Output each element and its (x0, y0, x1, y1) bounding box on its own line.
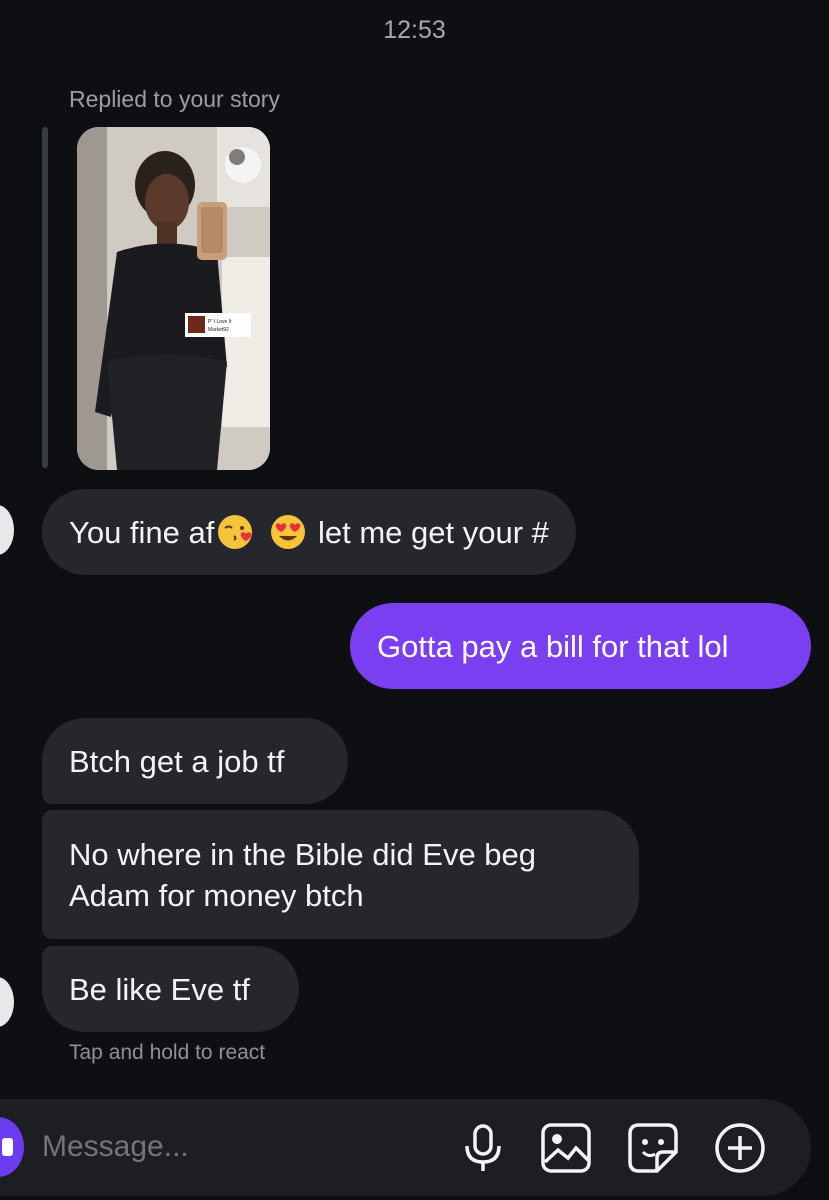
message-bubble-incoming[interactable]: Be like Eve tf (42, 946, 299, 1032)
story-reply-label: Replied to your story (69, 86, 280, 112)
sticker-text-1: P' I Love It (208, 319, 232, 325)
gallery-icon[interactable] (538, 1120, 594, 1176)
react-hint: Tap and hold to react (69, 1041, 266, 1064)
message-text: let me get your # (309, 514, 549, 550)
chat-screen: 12:53 Replied to your story P' I Love It… (0, 0, 829, 1200)
message-text-line: No where in the Bible did Eve beg (69, 836, 537, 872)
message-text: Gotta pay a bill for that lol (377, 628, 729, 664)
message-input[interactable] (42, 1122, 442, 1172)
reply-indicator-bar (42, 127, 48, 468)
message-bubble-incoming[interactable]: You fine af let me get your # (42, 489, 576, 575)
sticker-icon[interactable] (625, 1120, 681, 1176)
message-bubble-outgoing[interactable]: Gotta pay a bill for that lol (350, 603, 811, 689)
sender-avatar[interactable] (0, 977, 14, 1027)
story-thumbnail[interactable]: P' I Love It Market92 (77, 127, 270, 470)
message-text-line: Adam for money btch (69, 877, 364, 913)
message-timestamp: 12:53 (383, 16, 446, 44)
heart-eyes-emoji (271, 515, 306, 549)
kissing-face-emoji (218, 515, 253, 549)
story-image: P' I Love It Market92 (77, 127, 270, 470)
message-text: Btch get a job tf (69, 743, 285, 779)
sticker-text-2: Market92 (208, 327, 229, 333)
message-bubble-incoming[interactable]: No where in the Bible did Eve beg Adam f… (42, 810, 639, 939)
message-text: Be like Eve tf (69, 971, 250, 1007)
message-text: You fine af (69, 514, 215, 550)
microphone-icon[interactable] (455, 1120, 511, 1176)
sender-avatar[interactable] (0, 505, 14, 555)
add-icon[interactable] (712, 1120, 768, 1176)
message-bubble-incoming[interactable]: Btch get a job tf (42, 718, 348, 804)
